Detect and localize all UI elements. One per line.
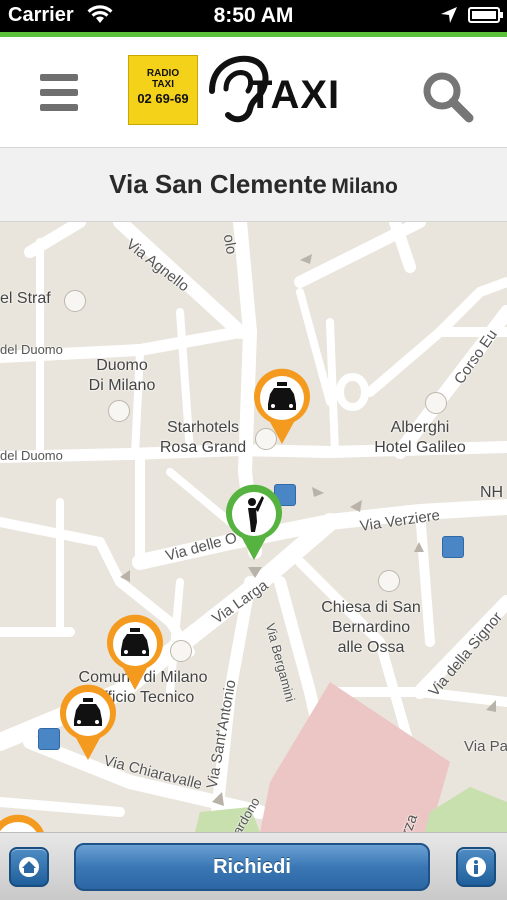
taxi-pin-icon[interactable] bbox=[105, 614, 165, 694]
poi-label: Duomo Di Milano bbox=[88, 357, 156, 394]
info-button[interactable] bbox=[456, 847, 496, 887]
status-bar: Carrier 8:50 AM bbox=[0, 0, 507, 32]
hotel-icon[interactable] bbox=[425, 392, 447, 414]
poi-label: Starhotels Rosa Grand bbox=[159, 419, 247, 456]
home-icon bbox=[19, 857, 39, 877]
app-header: RADIO TAXI 02 69-69 TAXI bbox=[0, 32, 507, 148]
road-label: olo bbox=[219, 233, 240, 256]
map-view[interactable]: el Straf Duomo Di Milano Starhotels Rosa… bbox=[0, 222, 507, 832]
road-label: Via Pa bbox=[464, 738, 507, 755]
poi-label: NH bbox=[480, 484, 504, 501]
road-label: del Duomo bbox=[0, 448, 63, 463]
taxi-pin-icon[interactable] bbox=[58, 684, 118, 764]
clock: 8:50 AM bbox=[213, 4, 294, 27]
menu-icon[interactable] bbox=[40, 74, 80, 112]
bus-stop-icon[interactable] bbox=[38, 728, 60, 750]
poi-label: Alberghi Hotel Galileo bbox=[374, 419, 466, 456]
road-label: del Duomo bbox=[0, 342, 63, 357]
search-icon[interactable] bbox=[420, 69, 476, 125]
taxi-pin-icon[interactable] bbox=[252, 368, 312, 448]
city-name: Milano bbox=[331, 175, 398, 198]
taxi-pin-icon[interactable] bbox=[0, 814, 48, 832]
hotel-icon[interactable] bbox=[64, 290, 86, 312]
battery-icon bbox=[468, 7, 503, 23]
taxi-logo-text: TAXI bbox=[248, 73, 341, 117]
monument-icon[interactable] bbox=[108, 400, 130, 422]
radio-taxi-badge-logo: RADIO TAXI 02 69-69 bbox=[128, 55, 198, 125]
museum-icon[interactable] bbox=[170, 640, 192, 662]
info-icon bbox=[466, 857, 486, 877]
street-name: Via San Clemente bbox=[109, 169, 327, 199]
bottom-toolbar: Richiedi bbox=[0, 832, 507, 900]
poi-label: el Straf bbox=[0, 290, 51, 307]
request-taxi-button[interactable]: Richiedi bbox=[74, 843, 430, 891]
location-arrow-icon bbox=[441, 7, 457, 23]
bus-stop-icon[interactable] bbox=[442, 536, 464, 558]
poi-label: Chiesa di San Bernardino alle Ossa bbox=[321, 599, 421, 656]
user-location-pin-icon[interactable] bbox=[224, 484, 284, 564]
home-button[interactable] bbox=[9, 847, 49, 887]
church-icon[interactable] bbox=[378, 570, 400, 592]
current-address-bar: Via San Clemente Milano bbox=[0, 148, 507, 222]
